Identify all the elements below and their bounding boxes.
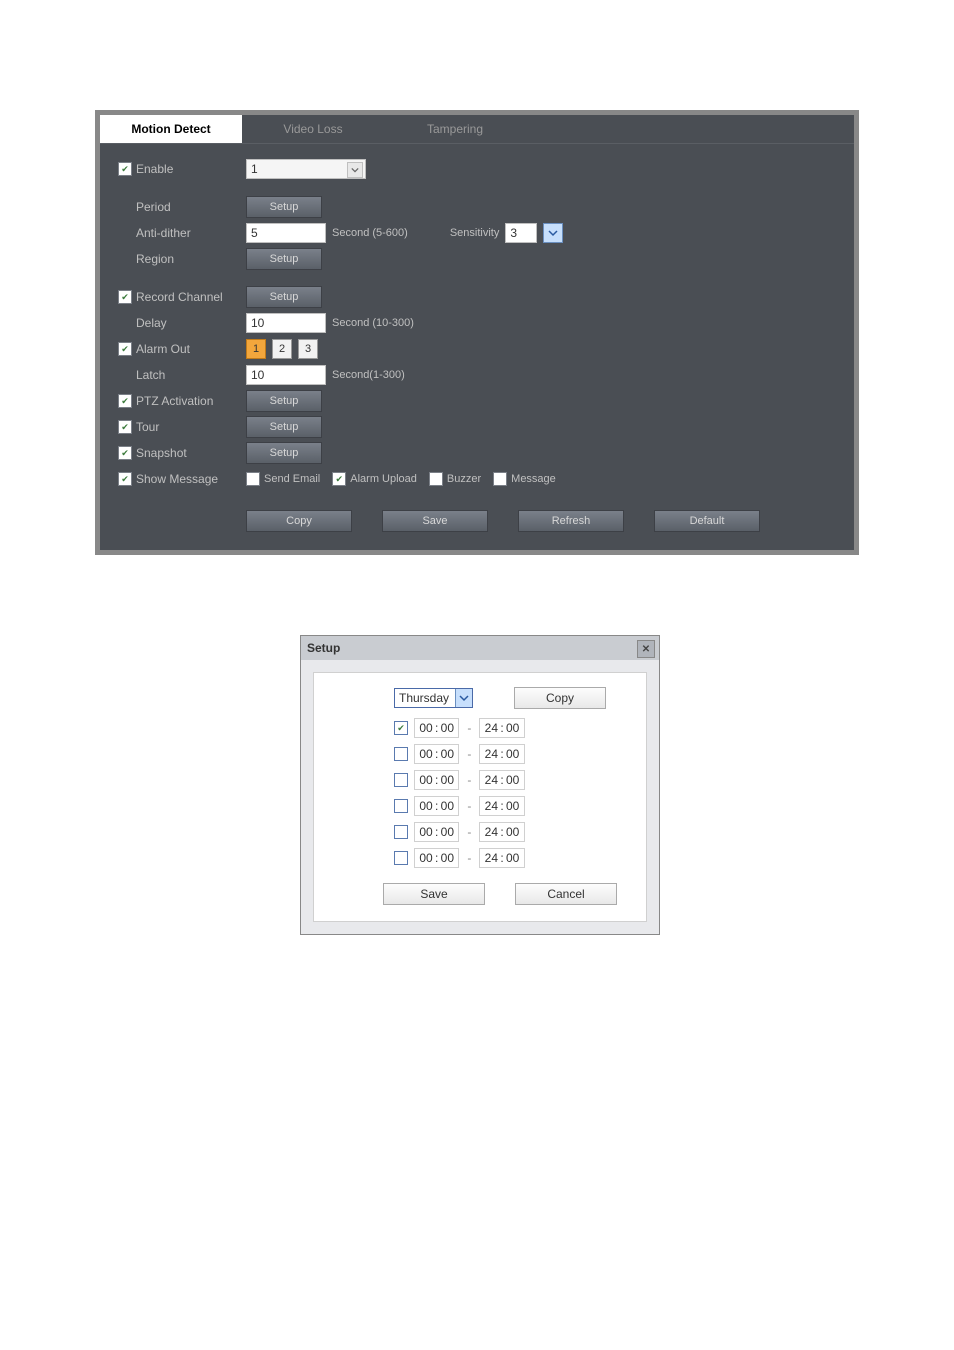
period-setup-button[interactable]: Setup bbox=[246, 196, 322, 218]
sensitivity-dropdown-button[interactable] bbox=[543, 223, 563, 243]
message-label: Message bbox=[511, 473, 556, 485]
time-row-checkbox[interactable] bbox=[394, 799, 408, 813]
tab-bar: Motion Detect Video Loss Tampering bbox=[100, 115, 854, 144]
delay-input[interactable]: 10 bbox=[246, 313, 326, 333]
time-to[interactable]: 24:00 bbox=[479, 796, 524, 816]
copy-button[interactable]: Copy bbox=[246, 510, 352, 532]
time-from[interactable]: 00:00 bbox=[414, 718, 459, 738]
tour-label: Tour bbox=[136, 420, 246, 434]
period-label: Period bbox=[136, 200, 246, 214]
refresh-button[interactable]: Refresh bbox=[518, 510, 624, 532]
send-email-label: Send Email bbox=[264, 473, 320, 485]
alarm-out-label: Alarm Out bbox=[136, 342, 246, 356]
snapshot-setup-button[interactable]: Setup bbox=[246, 442, 322, 464]
time-from[interactable]: 00:00 bbox=[414, 848, 459, 868]
time-row: 00:00-24:00 bbox=[394, 819, 606, 845]
ptz-activation-label: PTZ Activation bbox=[136, 394, 246, 408]
region-label: Region bbox=[136, 252, 246, 266]
time-to[interactable]: 24:00 bbox=[479, 848, 524, 868]
anti-dither-label: Anti-dither bbox=[136, 226, 246, 240]
tour-checkbox[interactable] bbox=[118, 420, 132, 434]
channel-dropdown-value: 1 bbox=[251, 162, 258, 176]
time-from[interactable]: 00:00 bbox=[414, 796, 459, 816]
snapshot-label: Snapshot bbox=[136, 446, 246, 460]
time-to[interactable]: 24:00 bbox=[479, 744, 524, 764]
dash-icon: - bbox=[467, 721, 471, 735]
close-icon[interactable]: ✕ bbox=[637, 640, 655, 658]
enable-checkbox[interactable] bbox=[118, 162, 132, 176]
dialog-title: Setup bbox=[307, 641, 340, 655]
time-row: 00:00-24:00 bbox=[394, 741, 606, 767]
default-button[interactable]: Default bbox=[654, 510, 760, 532]
dialog-title-bar: Setup ✕ bbox=[301, 636, 659, 660]
time-row-checkbox[interactable] bbox=[394, 851, 408, 865]
ptz-setup-button[interactable]: Setup bbox=[246, 390, 322, 412]
anti-dither-input[interactable]: 5 bbox=[246, 223, 326, 243]
dialog-copy-button[interactable]: Copy bbox=[514, 687, 606, 709]
alarm-upload-label: Alarm Upload bbox=[350, 473, 417, 485]
time-row-checkbox[interactable] bbox=[394, 721, 408, 735]
tour-setup-button[interactable]: Setup bbox=[246, 416, 322, 438]
chevron-down-icon bbox=[455, 689, 472, 707]
alarm-upload-checkbox[interactable] bbox=[332, 472, 346, 486]
dash-icon: - bbox=[467, 747, 471, 761]
message-checkbox[interactable] bbox=[493, 472, 507, 486]
delay-unit: Second (10-300) bbox=[332, 317, 414, 329]
save-button[interactable]: Save bbox=[382, 510, 488, 532]
show-message-checkbox[interactable] bbox=[118, 472, 132, 486]
panel-body: Enable 1 Period Setup Anti-dither 5 Seco… bbox=[100, 144, 854, 550]
sensitivity-label: Sensitivity bbox=[450, 227, 500, 239]
latch-label: Latch bbox=[136, 368, 246, 382]
show-message-label: Show Message bbox=[136, 472, 246, 486]
dialog-cancel-button[interactable]: Cancel bbox=[515, 883, 617, 905]
time-row-checkbox[interactable] bbox=[394, 825, 408, 839]
time-to[interactable]: 24:00 bbox=[479, 822, 524, 842]
alarm-out-2[interactable]: 2 bbox=[272, 339, 292, 359]
sensitivity-value: 3 bbox=[505, 223, 537, 243]
setup-dialog: Setup ✕ Thursday Copy 00:00-24:0000:00-2… bbox=[300, 635, 660, 935]
record-channel-checkbox[interactable] bbox=[118, 290, 132, 304]
channel-dropdown[interactable]: 1 bbox=[246, 159, 366, 179]
ptz-activation-checkbox[interactable] bbox=[118, 394, 132, 408]
chevron-down-icon bbox=[347, 162, 363, 178]
region-setup-button[interactable]: Setup bbox=[246, 248, 322, 270]
time-from[interactable]: 00:00 bbox=[414, 770, 459, 790]
day-dropdown-value: Thursday bbox=[399, 691, 449, 705]
send-email-checkbox[interactable] bbox=[246, 472, 260, 486]
anti-dither-unit: Second (5-600) bbox=[332, 227, 408, 239]
dash-icon: - bbox=[467, 799, 471, 813]
time-from[interactable]: 00:00 bbox=[414, 822, 459, 842]
alarm-out-checkbox[interactable] bbox=[118, 342, 132, 356]
buzzer-checkbox[interactable] bbox=[429, 472, 443, 486]
latch-input[interactable]: 10 bbox=[246, 365, 326, 385]
alarm-out-1[interactable]: 1 bbox=[246, 339, 266, 359]
enable-label: Enable bbox=[136, 162, 246, 176]
time-to[interactable]: 24:00 bbox=[479, 770, 524, 790]
tab-motion-detect[interactable]: Motion Detect bbox=[100, 115, 242, 143]
time-row-checkbox[interactable] bbox=[394, 747, 408, 761]
dash-icon: - bbox=[467, 773, 471, 787]
latch-unit: Second(1-300) bbox=[332, 369, 405, 381]
time-to[interactable]: 24:00 bbox=[479, 718, 524, 738]
delay-label: Delay bbox=[136, 316, 246, 330]
time-row: 00:00-24:00 bbox=[394, 715, 606, 741]
record-channel-setup-button[interactable]: Setup bbox=[246, 286, 322, 308]
record-channel-label: Record Channel bbox=[136, 290, 246, 304]
snapshot-checkbox[interactable] bbox=[118, 446, 132, 460]
time-row: 00:00-24:00 bbox=[394, 845, 606, 871]
time-row: 00:00-24:00 bbox=[394, 793, 606, 819]
tab-video-loss[interactable]: Video Loss bbox=[242, 115, 384, 143]
dash-icon: - bbox=[467, 851, 471, 865]
dash-icon: - bbox=[467, 825, 471, 839]
alarm-out-3[interactable]: 3 bbox=[298, 339, 318, 359]
motion-detect-panel: Motion Detect Video Loss Tampering Enabl… bbox=[95, 110, 859, 555]
time-row: 00:00-24:00 bbox=[394, 767, 606, 793]
time-from[interactable]: 00:00 bbox=[414, 744, 459, 764]
day-dropdown[interactable]: Thursday bbox=[394, 688, 473, 708]
time-row-checkbox[interactable] bbox=[394, 773, 408, 787]
dialog-save-button[interactable]: Save bbox=[383, 883, 485, 905]
tab-tampering[interactable]: Tampering bbox=[384, 115, 526, 143]
buzzer-label: Buzzer bbox=[447, 473, 481, 485]
